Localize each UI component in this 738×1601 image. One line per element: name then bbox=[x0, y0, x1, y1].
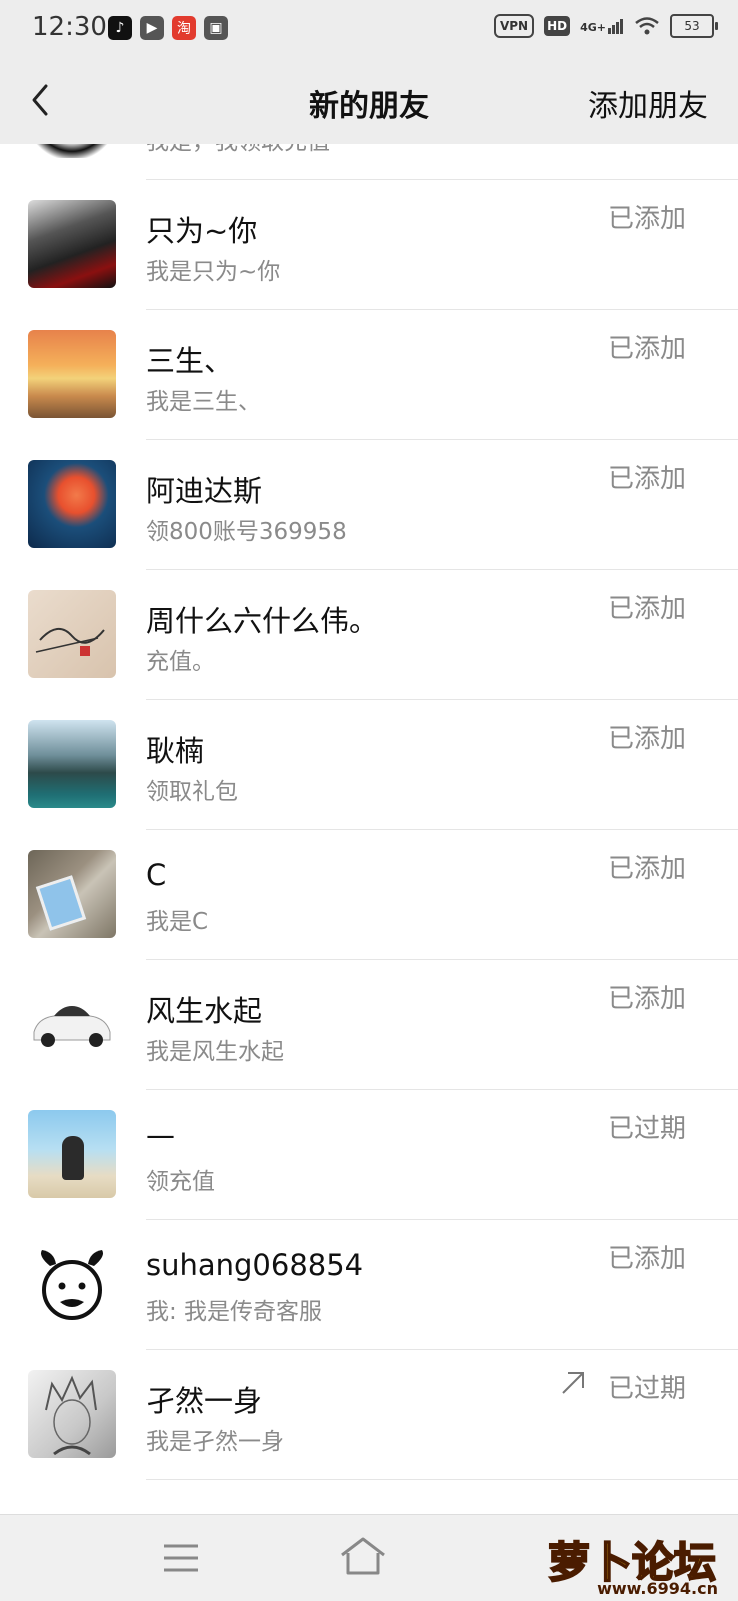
battery-indicator: 53 bbox=[670, 14, 718, 38]
friend-status: 已过期 bbox=[607, 1374, 686, 1404]
avatar bbox=[28, 720, 116, 808]
cartoon-face-image bbox=[41, 1250, 103, 1320]
anime-sketch-image bbox=[45, 1375, 97, 1456]
status-bar: 12:30 ♪ ▶ 淘 ▣ VPN HD 4G+ 53 bbox=[0, 0, 738, 56]
watermark-url: www.6994.cn bbox=[597, 1579, 718, 1598]
avatar bbox=[28, 330, 116, 418]
avatar bbox=[28, 1240, 116, 1328]
friend-message: 我: 我是传奇客服 bbox=[146, 1299, 323, 1325]
avatar bbox=[28, 200, 116, 288]
friend-name: — bbox=[146, 1118, 175, 1152]
home-icon[interactable] bbox=[338, 1535, 388, 1577]
friend-message: 我是孑然一身 bbox=[146, 1429, 284, 1455]
signature-image bbox=[35, 628, 105, 656]
vpn-badge: VPN bbox=[493, 14, 535, 38]
friend-message: 我是只为~你 bbox=[146, 259, 281, 285]
avatar bbox=[28, 460, 116, 548]
divider bbox=[146, 1479, 738, 1480]
avatar bbox=[28, 850, 116, 938]
friend-status: 已添加 bbox=[607, 724, 686, 754]
tiktok-icon: ♪ bbox=[108, 16, 132, 40]
friend-status: 已添加 bbox=[607, 594, 686, 624]
friend-status: 已添加 bbox=[607, 854, 686, 884]
status-app-icons: ♪ ▶ 淘 ▣ bbox=[108, 16, 228, 40]
avatar bbox=[28, 144, 116, 158]
player-icon: ▶ bbox=[140, 16, 164, 40]
system-nav-bar: 萝卜论坛 www.6994.cn bbox=[0, 1514, 738, 1601]
friend-status: 已过期 bbox=[607, 1114, 686, 1144]
list-item[interactable]: 周什么六什么伟。 充值。 已添加 bbox=[0, 570, 738, 700]
friend-status: 已添加 bbox=[607, 984, 686, 1014]
list-item[interactable]: 孑然一身 我是孑然一身 已过期 bbox=[0, 1350, 738, 1480]
list-item[interactable]: 阿迪达斯 领800账号369958 已添加 bbox=[0, 440, 738, 570]
car-image bbox=[33, 1006, 111, 1047]
network-type: 4G+ bbox=[580, 21, 606, 34]
friend-message: 领取礼包 bbox=[146, 779, 238, 805]
signal-indicator: 4G+ bbox=[580, 18, 624, 34]
gallery-icon: ▣ bbox=[204, 16, 228, 40]
friend-message: 我是C bbox=[146, 909, 209, 935]
friend-name: 三生、 bbox=[146, 344, 234, 378]
friend-message: 我是风生水起 bbox=[146, 1039, 284, 1065]
friend-message: 充值。 bbox=[146, 649, 215, 675]
wifi-icon bbox=[635, 17, 659, 35]
friend-name: C bbox=[146, 858, 167, 892]
friend-name: 孑然一身 bbox=[146, 1384, 263, 1418]
outgoing-arrow-icon bbox=[562, 1372, 584, 1394]
avatar bbox=[28, 980, 116, 1068]
add-friend-button[interactable]: 添加朋友 bbox=[588, 81, 708, 125]
list-item[interactable]: 耿楠 领取礼包 已添加 bbox=[0, 700, 738, 830]
friend-name: 周什么六什么伟。 bbox=[146, 604, 379, 638]
status-time: 12:30 bbox=[32, 12, 107, 42]
list-item[interactable]: C 我是C 已添加 bbox=[0, 830, 738, 960]
friend-name: 阿迪达斯 bbox=[146, 474, 263, 508]
friend-message: 领800账号369958 bbox=[146, 519, 347, 545]
list-item[interactable]: — 领充值 已过期 bbox=[0, 1090, 738, 1220]
list-item[interactable]: 只为~你 我是只为~你 已添加 bbox=[0, 180, 738, 310]
friend-status: 已添加 bbox=[607, 334, 686, 364]
avatar bbox=[28, 1110, 116, 1198]
friend-status: 已添加 bbox=[607, 204, 686, 234]
list-item-partial[interactable]: 我是，我领取充值 bbox=[0, 144, 738, 180]
friend-name: 耿楠 bbox=[146, 734, 205, 768]
watermark-logo: 萝卜论坛 www.6994.cn bbox=[490, 1523, 730, 1598]
avatar bbox=[28, 1370, 116, 1458]
hd-badge: HD bbox=[544, 16, 571, 36]
taobao-icon: 淘 bbox=[172, 16, 196, 40]
list-item[interactable]: suhang068854 我: 我是传奇客服 已添加 bbox=[0, 1220, 738, 1350]
friend-message: 我是三生、 bbox=[146, 389, 261, 415]
nav-bar: 新的朋友 添加朋友 bbox=[0, 56, 738, 144]
friend-status: 已添加 bbox=[607, 1244, 686, 1274]
friend-message: 我是，我领取充值 bbox=[146, 144, 330, 156]
friend-name: suhang068854 bbox=[146, 1248, 364, 1282]
friend-name: 风生水起 bbox=[146, 994, 263, 1028]
signal-bars-icon bbox=[608, 19, 623, 34]
menu-icon[interactable] bbox=[162, 1543, 200, 1573]
list-item[interactable]: 三生、 我是三生、 已添加 bbox=[0, 310, 738, 440]
avatar bbox=[28, 590, 116, 678]
friend-list: 我是，我领取充值 只为~你 我是只为~你 已添加 三生、 我是三生、 已添加 阿… bbox=[0, 144, 738, 1514]
friend-message: 领充值 bbox=[146, 1169, 215, 1195]
friend-status: 已添加 bbox=[607, 464, 686, 494]
list-item[interactable]: 风生水起 我是风生水起 已添加 bbox=[0, 960, 738, 1090]
status-indicators: VPN HD 4G+ 53 bbox=[493, 14, 718, 38]
friend-name: 只为~你 bbox=[146, 214, 258, 248]
